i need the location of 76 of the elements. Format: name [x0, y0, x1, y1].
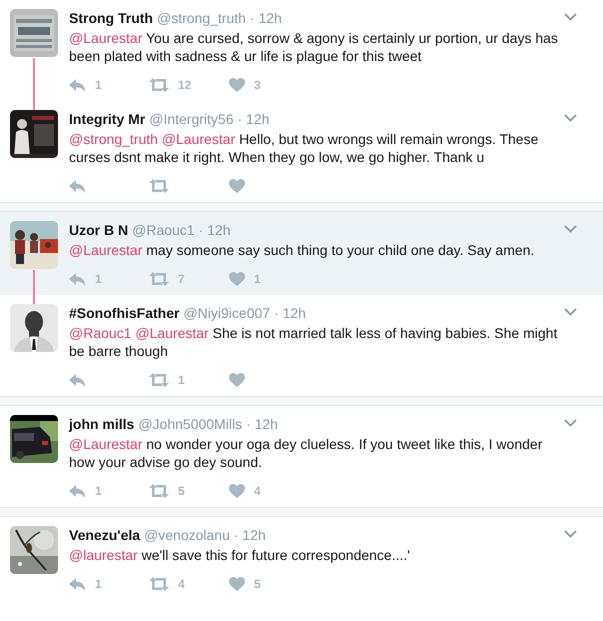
like-button[interactable]: 3: [229, 77, 261, 93]
like-button[interactable]: 1: [229, 271, 261, 287]
heart-icon: [229, 179, 245, 193]
reply-button[interactable]: [69, 178, 86, 194]
mention-link[interactable]: @Laurestar: [69, 436, 142, 452]
retweet-icon: [149, 577, 169, 591]
tweet-text: @Laurestar no wonder your oga dey clueless. If you tweet like this, I wonder how your advise go dey sound.: [69, 435, 544, 471]
like-button[interactable]: [229, 372, 245, 388]
user-handle[interactable]: @John5000Mills: [138, 415, 242, 433]
mention-link[interactable]: @Laurestar: [69, 30, 142, 46]
like-button[interactable]: 5: [229, 576, 261, 592]
reply-icon: [69, 578, 86, 590]
user-name[interactable]: Integrity Mr: [69, 110, 146, 128]
user-handle[interactable]: @Niyi9ice007: [183, 304, 270, 322]
thread-line: [33, 58, 35, 110]
retweet-icon: [149, 179, 169, 193]
chevron-down-icon[interactable]: [564, 419, 577, 427]
like-button[interactable]: [229, 178, 245, 194]
user-name[interactable]: Venezu'ela: [69, 526, 140, 544]
retweet-icon: [149, 272, 169, 286]
reply-icon: [69, 484, 86, 498]
mention-link[interactable]: @Raouc1: [69, 325, 132, 341]
retweet-icon: [149, 373, 169, 387]
user-name[interactable]: #SonofhisFather: [69, 304, 180, 322]
thread-line: [33, 270, 35, 304]
retweet-button[interactable]: 4: [149, 576, 185, 592]
reply-button[interactable]: 1: [69, 271, 102, 287]
tweet-time[interactable]: · 12h: [246, 415, 278, 433]
heart-icon: [229, 373, 245, 387]
tweet-text: @laurestar we'll save this for future correspondence....': [69, 546, 411, 564]
reply-button[interactable]: 1: [69, 483, 102, 499]
reply-button[interactable]: 1: [69, 576, 102, 592]
tweet-time[interactable]: · 12h: [274, 304, 306, 322]
user-name[interactable]: john mills: [69, 415, 134, 433]
reply-icon: [69, 374, 86, 386]
user-handle[interactable]: @venozolanu: [144, 526, 230, 544]
user-handle[interactable]: @Intergrity56: [149, 110, 234, 128]
reply-button[interactable]: 1: [69, 77, 102, 93]
mention-link[interactable]: @Laurestar: [135, 325, 209, 341]
tweet-text: @Raouc1 @Laurestar She is not married talk less of having babies. She might be barre though: [69, 324, 558, 360]
retweet-button[interactable]: 12: [149, 77, 192, 93]
retweet-button[interactable]: 1: [149, 372, 185, 388]
chevron-down-icon[interactable]: [564, 530, 577, 538]
reply-icon: [69, 272, 86, 286]
heart-icon: [229, 272, 245, 286]
mention-link[interactable]: @Laurestar: [69, 242, 142, 258]
retweet-button[interactable]: 7: [149, 271, 185, 287]
chevron-down-icon[interactable]: [564, 13, 577, 21]
user-name[interactable]: Strong Truth: [69, 9, 153, 27]
mention-link[interactable]: @laurestar: [69, 547, 138, 563]
retweet-icon: [149, 484, 169, 498]
tweet-text: @Laurestar may someone say such thing to your child one day. Say amen.: [69, 241, 536, 259]
reply-icon: [69, 78, 86, 92]
reply-button[interactable]: [69, 372, 86, 388]
user-name[interactable]: Uzor B N: [69, 221, 128, 239]
reply-icon: [69, 180, 86, 192]
mention-link[interactable]: @Laurestar: [162, 131, 236, 147]
retweet-button[interactable]: 5: [149, 483, 185, 499]
user-handle[interactable]: @strong_truth: [157, 9, 246, 27]
tweet-text: @strong_truth @Laurestar Hello, but two wrongs will remain wrongs. These curses dsnt make it right. When they go low, we go higher. Thank u: [69, 130, 540, 166]
chevron-down-icon[interactable]: [564, 114, 577, 122]
mention-link[interactable]: @strong_truth: [69, 131, 158, 147]
retweet-icon: [149, 78, 169, 92]
tweet-text: @Laurestar You are cursed, sorrow & agony is certainly ur portion, ur days has been plated with sadness & ur life is plague for this tweet: [69, 29, 559, 65]
chevron-down-icon[interactable]: [564, 225, 577, 233]
chevron-down-icon[interactable]: [564, 308, 577, 316]
tweet-time[interactable]: · 12h: [250, 9, 282, 27]
heart-icon: [229, 577, 245, 591]
tweet-time[interactable]: · 12h: [198, 221, 231, 239]
tweet-time[interactable]: · 12h: [234, 526, 266, 544]
tweet-time[interactable]: · 12h: [237, 110, 270, 128]
like-button[interactable]: 4: [229, 483, 261, 499]
user-handle[interactable]: @Raouc1: [132, 221, 195, 239]
retweet-button[interactable]: [149, 178, 169, 194]
heart-icon: [229, 78, 245, 92]
heart-icon: [229, 484, 245, 498]
